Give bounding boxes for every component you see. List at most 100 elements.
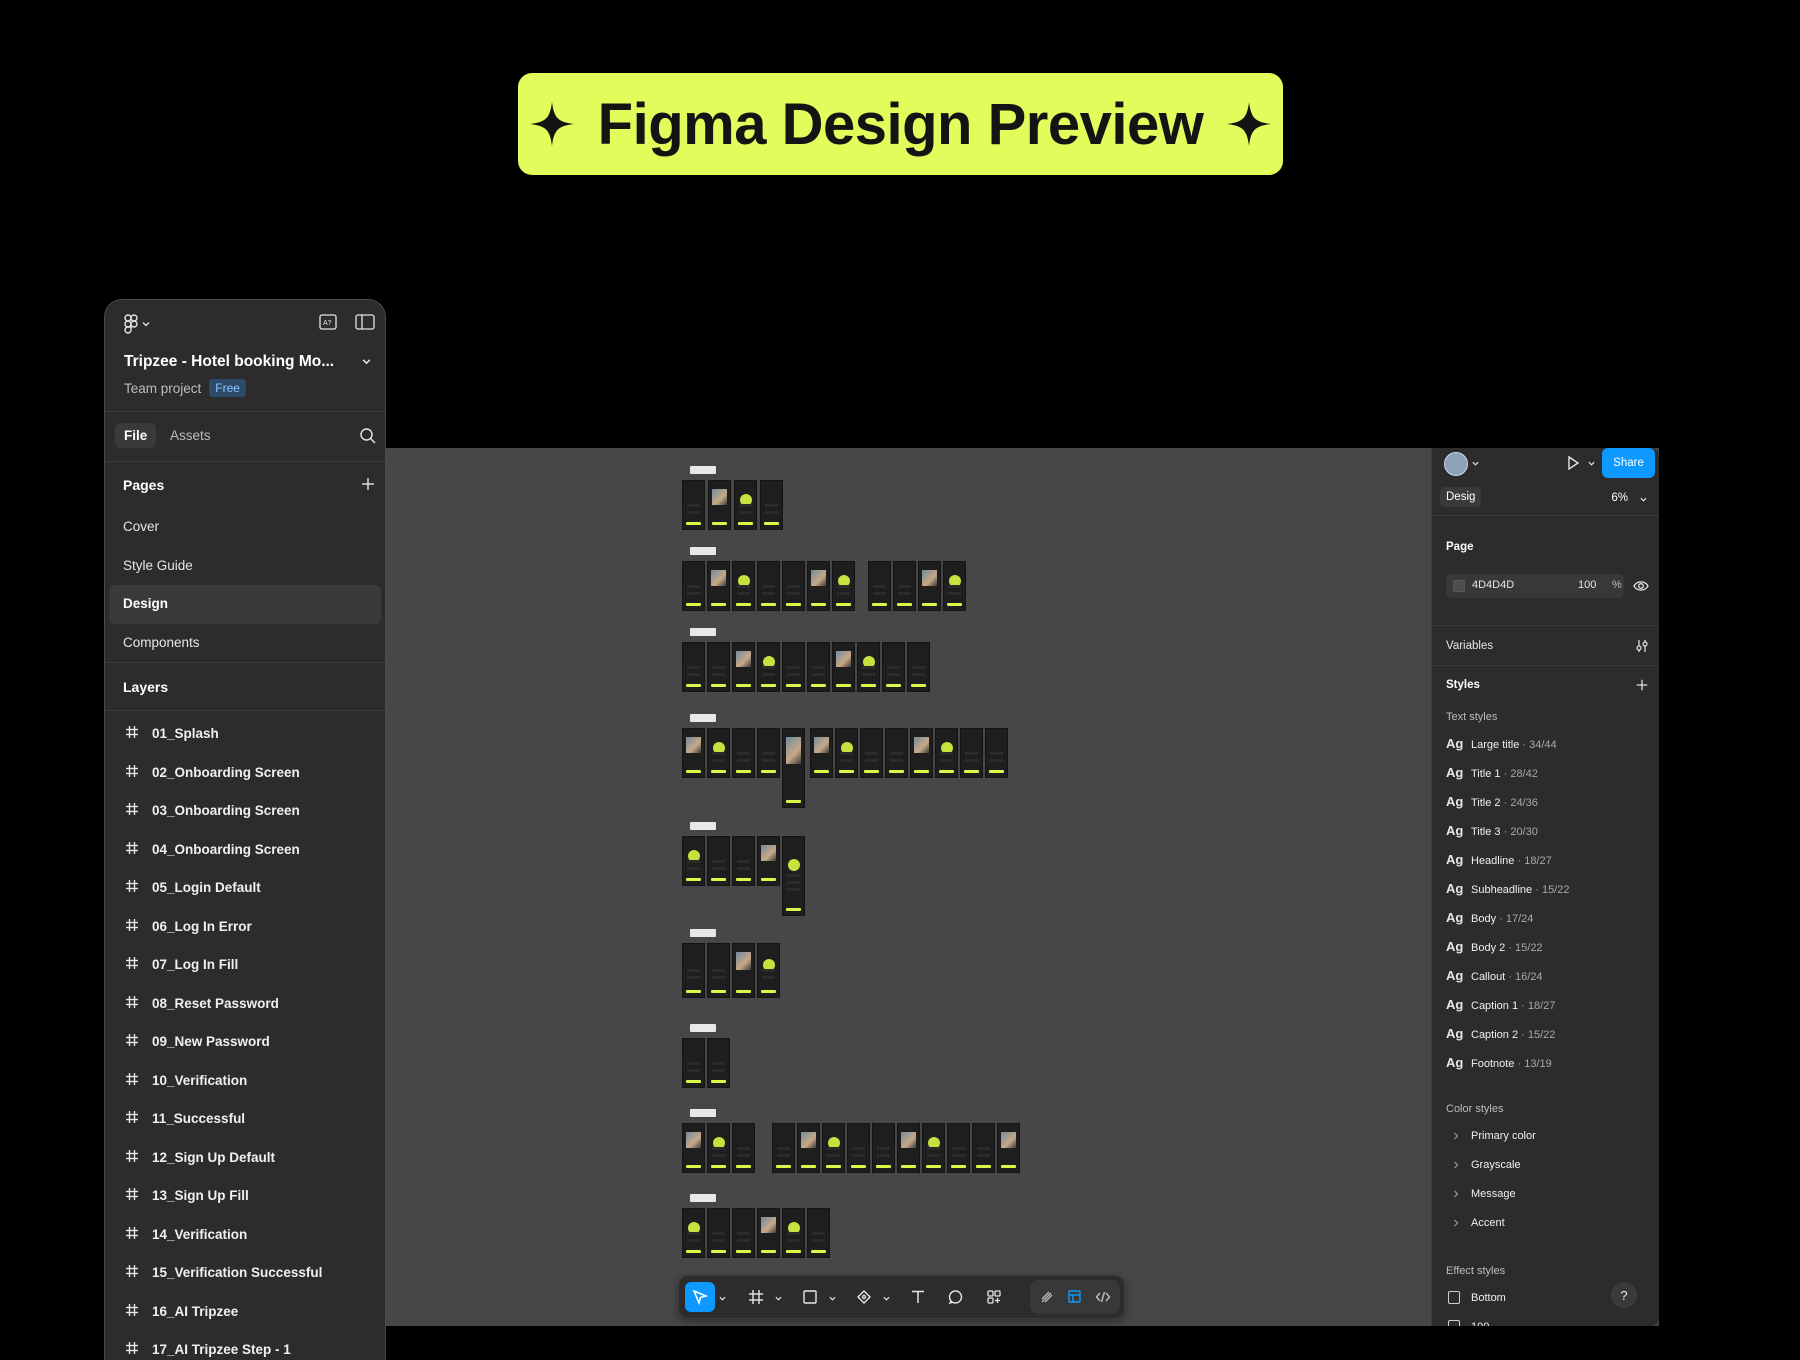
add-page-icon[interactable] <box>360 476 376 492</box>
layer-item[interactable]: 12_Sign Up Default <box>105 1139 385 1178</box>
artboard-thumbnail[interactable] <box>882 642 905 692</box>
layer-item[interactable]: 15_Verification Successful <box>105 1254 385 1293</box>
artboard-thumbnail[interactable] <box>822 1123 845 1173</box>
text-style-item[interactable]: Ag Body · 17/24 <box>1432 904 1659 933</box>
text-style-item[interactable]: Ag Large title · 34/44 <box>1432 730 1659 759</box>
chevron-down-icon[interactable] <box>775 1295 782 1302</box>
artboard-thumbnail[interactable] <box>707 642 730 692</box>
artboard-thumbnail[interactable] <box>732 561 755 611</box>
artboard-thumbnail[interactable] <box>797 1123 820 1173</box>
ai-tools-icon[interactable]: A? <box>319 314 337 330</box>
artboard-thumbnail[interactable] <box>682 561 705 611</box>
layer-item[interactable]: 02_Onboarding Screen <box>105 754 385 793</box>
page-item-cover[interactable]: Cover <box>109 508 381 547</box>
tab-file[interactable]: File <box>115 423 157 448</box>
artboard-thumbnail[interactable] <box>707 1208 730 1258</box>
variables-icon[interactable] <box>1635 639 1649 653</box>
color-style-group[interactable]: Primary color <box>1432 1122 1659 1151</box>
artboard-thumbnail[interactable] <box>807 561 830 611</box>
artboard-thumbnail[interactable] <box>682 1038 705 1088</box>
layer-item[interactable]: 03_Onboarding Screen <box>105 792 385 831</box>
artboard-thumbnail[interactable] <box>893 561 916 611</box>
main-menu-button[interactable] <box>124 314 150 334</box>
eye-icon[interactable] <box>1633 579 1649 593</box>
artboard-thumbnail[interactable] <box>682 836 705 886</box>
chevron-down-icon[interactable] <box>1640 496 1647 503</box>
artboard-thumbnail[interactable] <box>922 1123 945 1173</box>
artboard-thumbnail[interactable] <box>835 728 858 778</box>
artboard-thumbnail[interactable] <box>847 1123 870 1173</box>
artboard-thumbnail[interactable] <box>682 1208 705 1258</box>
chevron-down-icon[interactable] <box>1588 460 1595 467</box>
artboard-thumbnail[interactable] <box>885 728 908 778</box>
color-style-group[interactable]: Grayscale <box>1432 1151 1659 1180</box>
artboard-thumbnail[interactable] <box>707 1038 730 1088</box>
artboard-thumbnail[interactable] <box>960 728 983 778</box>
layer-item[interactable]: 17_AI Tripzee Step - 1 <box>105 1331 385 1360</box>
artboard-thumbnail[interactable] <box>757 642 780 692</box>
artboard-thumbnail[interactable] <box>732 943 755 998</box>
artboard-thumbnail[interactable] <box>782 728 805 808</box>
frame-tool-button[interactable] <box>741 1282 771 1312</box>
artboard-thumbnail[interactable] <box>707 836 730 886</box>
color-swatch[interactable] <box>1453 580 1465 592</box>
artboard-thumbnail[interactable] <box>782 561 805 611</box>
layer-item[interactable]: 14_Verification <box>105 1216 385 1255</box>
artboard-thumbnail[interactable] <box>757 561 780 611</box>
artboard-thumbnail[interactable] <box>732 728 755 778</box>
comment-tool-button[interactable] <box>941 1282 971 1312</box>
project-title[interactable]: Tripzee - Hotel booking Mo... <box>124 353 349 371</box>
layer-item[interactable]: 10_Verification <box>105 1062 385 1101</box>
artboard-thumbnail[interactable] <box>732 1208 755 1258</box>
artboard-thumbnail[interactable] <box>682 642 705 692</box>
artboard-thumbnail[interactable] <box>757 943 780 998</box>
color-style-group[interactable]: Accent <box>1432 1209 1659 1238</box>
page-color-hex[interactable]: 4D4D4D <box>1472 579 1514 591</box>
artboard-thumbnail[interactable] <box>782 1208 805 1258</box>
text-style-item[interactable]: Ag Title 3 · 20/30 <box>1432 817 1659 846</box>
chevron-down-icon[interactable] <box>1472 460 1479 467</box>
layer-item[interactable]: 11_Successful <box>105 1100 385 1139</box>
layer-item[interactable]: 09_New Password <box>105 1023 385 1062</box>
panel-toggle-icon[interactable] <box>355 314 375 330</box>
share-button[interactable]: Share <box>1602 448 1655 478</box>
artboard-thumbnail[interactable] <box>985 728 1008 778</box>
artboard-thumbnail[interactable] <box>782 836 805 916</box>
page-fill-field[interactable]: 4D4D4D 100 % <box>1446 574 1624 598</box>
artboard-thumbnail[interactable] <box>868 561 891 611</box>
artboard-thumbnail[interactable] <box>897 1123 920 1173</box>
artboard-thumbnail[interactable] <box>732 1123 755 1173</box>
artboard-thumbnail[interactable] <box>732 836 755 886</box>
chevron-down-icon[interactable] <box>829 1295 836 1302</box>
artboard-thumbnail[interactable] <box>682 728 705 778</box>
layer-item[interactable]: 06_Log In Error <box>105 908 385 947</box>
artboard-thumbnail[interactable] <box>872 1123 895 1173</box>
layer-item[interactable]: 08_Reset Password <box>105 985 385 1024</box>
artboard-thumbnail[interactable] <box>782 642 805 692</box>
artboard-thumbnail[interactable] <box>707 1123 730 1173</box>
page-opacity[interactable]: 100 <box>1578 579 1596 591</box>
artboard-thumbnail[interactable] <box>997 1123 1020 1173</box>
page-item-style-guide[interactable]: Style Guide <box>109 547 381 586</box>
artboard-thumbnail[interactable] <box>707 728 730 778</box>
artboard-thumbnail[interactable] <box>860 728 883 778</box>
artboard-thumbnail[interactable] <box>732 642 755 692</box>
variables-section[interactable]: Variables <box>1432 626 1659 666</box>
artboard-thumbnail[interactable] <box>810 728 833 778</box>
draw-mode-button[interactable] <box>1032 1282 1062 1312</box>
artboard-thumbnail[interactable] <box>757 1208 780 1258</box>
tab-assets[interactable]: Assets <box>161 423 220 448</box>
artboard-thumbnail[interactable] <box>757 836 780 886</box>
search-icon[interactable] <box>359 427 377 445</box>
artboard-thumbnail[interactable] <box>708 480 731 530</box>
artboard-thumbnail[interactable] <box>807 1208 830 1258</box>
layer-item[interactable]: 05_Login Default <box>105 869 385 908</box>
layer-item[interactable]: 04_Onboarding Screen <box>105 831 385 870</box>
artboard-thumbnail[interactable] <box>772 1123 795 1173</box>
artboard-thumbnail[interactable] <box>734 480 757 530</box>
pen-tool-button[interactable] <box>849 1282 879 1312</box>
layer-item[interactable]: 16_AI Tripzee <box>105 1293 385 1332</box>
move-tool-button[interactable] <box>685 1282 715 1312</box>
artboard-thumbnail[interactable] <box>907 642 930 692</box>
avatar[interactable] <box>1444 452 1468 476</box>
